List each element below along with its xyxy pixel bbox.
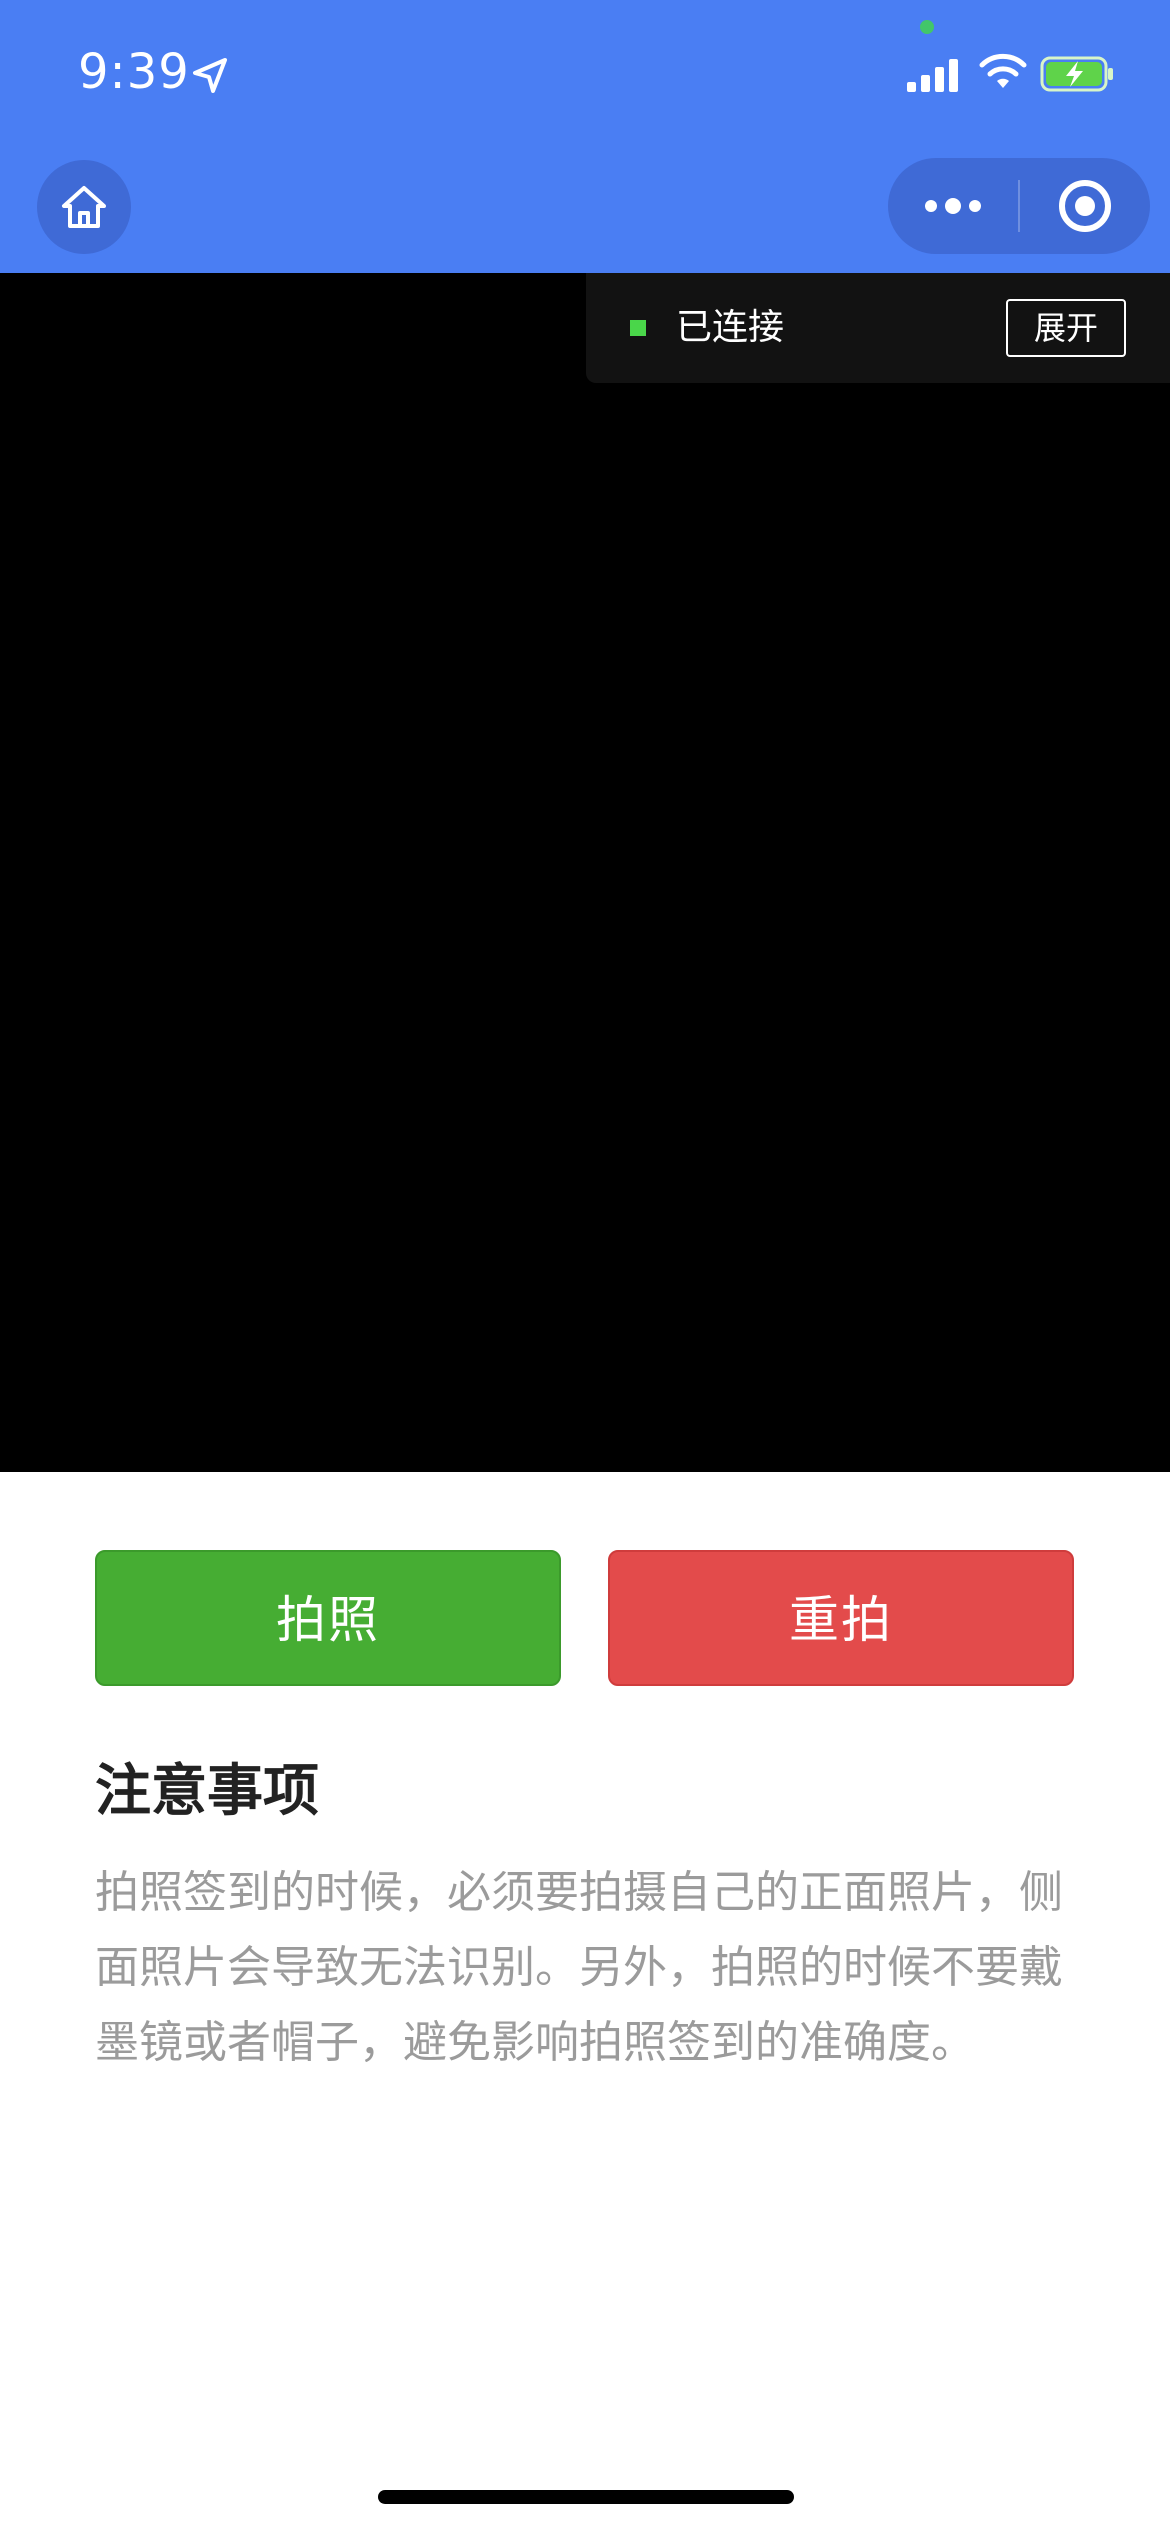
close-miniprogram-button[interactable]: [1020, 158, 1150, 254]
connection-status-dot: [630, 320, 646, 336]
notes-body: 拍照签到的时候，必须要拍摄自己的正面照片，侧面照片会导致无法识别。另外，拍照的时…: [95, 1867, 1063, 2068]
signal-icon: [907, 59, 958, 92]
notes-title: 注意事项: [95, 1759, 319, 1824]
take-photo-button[interactable]: 拍照: [95, 1550, 561, 1686]
camera-preview[interactable]: [0, 273, 1170, 1472]
battery-charging-icon: [1040, 56, 1113, 92]
more-dots-icon: [925, 198, 981, 214]
connection-panel: 已连接 展开: [586, 273, 1170, 383]
privacy-indicator-dot: [920, 20, 934, 34]
wifi-icon: [979, 53, 1027, 88]
retake-photo-button[interactable]: 重拍: [608, 1550, 1074, 1686]
more-button[interactable]: [888, 158, 1018, 254]
home-icon: [62, 186, 106, 228]
screen: 9:39 已连接 展开 拍照 重拍 注意事项 拍照签到的时候，必须要拍摄自己的正…: [0, 0, 1170, 2532]
target-close-icon: [1059, 180, 1111, 232]
status-time: 9:39: [78, 44, 190, 100]
expand-button[interactable]: 展开: [1006, 299, 1126, 357]
home-indicator[interactable]: [378, 2490, 794, 2504]
location-arrow-icon: [193, 58, 227, 93]
connection-status-label: 已连接: [676, 307, 785, 348]
header-bar: 9:39: [0, 0, 1170, 273]
miniprogram-capsule: [888, 158, 1150, 254]
home-button[interactable]: [37, 160, 131, 254]
